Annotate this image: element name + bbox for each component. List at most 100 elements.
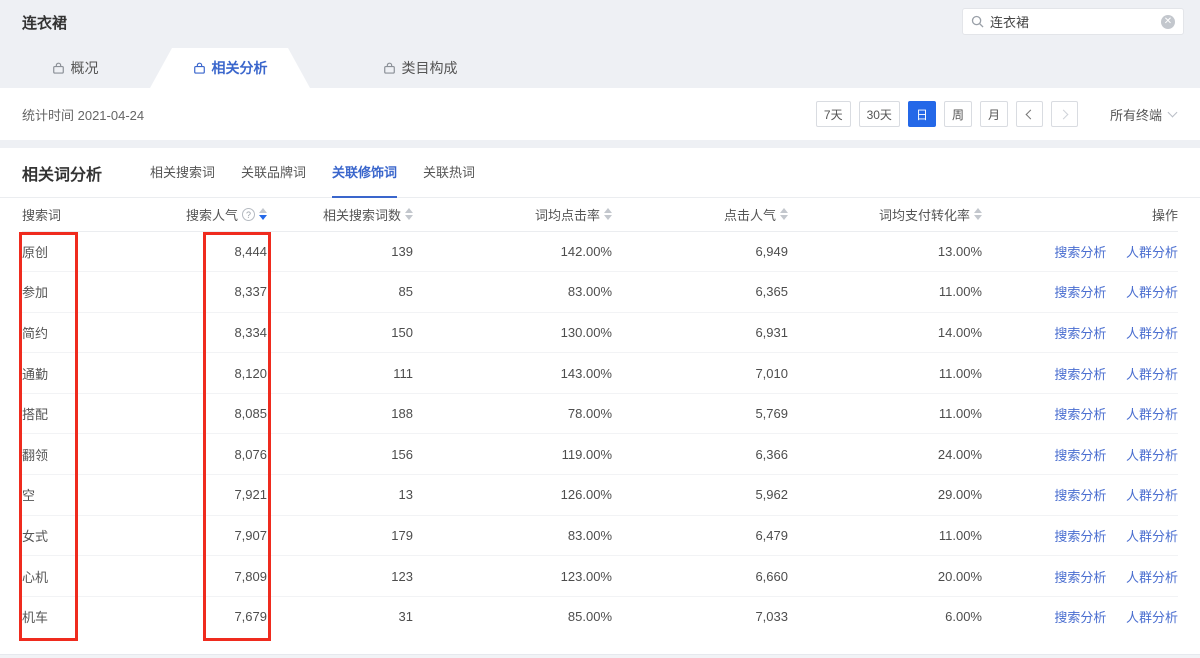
table-row: 心机 7,809 123 123.00% 6,660 20.00% 搜索分析 人… xyxy=(22,556,1178,597)
range-month-button[interactable]: 月 xyxy=(980,101,1008,127)
col-click-popularity[interactable]: 点击人气 xyxy=(612,198,788,231)
date-controls: 7天 30天 日 周 月 所有终端 xyxy=(816,101,1176,127)
content-card: 相关词分析 相关搜索词 关联品牌词 关联修饰词 关联热词 搜索词 xyxy=(0,148,1200,654)
crowd-analysis-link[interactable]: 人群分析 xyxy=(1126,407,1178,422)
search-popularity-cell: 7,907 xyxy=(162,515,267,556)
conversion-cell: 13.00% xyxy=(788,231,982,272)
chevron-left-icon xyxy=(1026,109,1036,119)
crowd-analysis-link[interactable]: 人群分析 xyxy=(1126,529,1178,544)
table-row: 原创 8,444 139 142.00% 6,949 13.00% 搜索分析 人… xyxy=(22,231,1178,272)
crowd-analysis-link[interactable]: 人群分析 xyxy=(1126,488,1178,503)
terminal-label: 所有终端 xyxy=(1110,105,1162,124)
stat-time-label: 统计时间 2021-04-24 xyxy=(22,105,144,124)
ctr-cell: 142.00% xyxy=(413,231,612,272)
search-analysis-link[interactable]: 搜索分析 xyxy=(1054,529,1106,544)
page: 连衣裙 连衣裙 ✕ 概况 相关分析 类目构成 统计时间 2021-04-24 7… xyxy=(0,0,1200,658)
ctr-cell: 83.00% xyxy=(413,515,612,556)
tab-related-analysis[interactable]: 相关分析 xyxy=(150,48,310,88)
conversion-cell: 14.00% xyxy=(788,312,982,353)
table-row: 翻领 8,076 156 119.00% 6,366 24.00% 搜索分析 人… xyxy=(22,434,1178,475)
actions-cell: 搜索分析 人群分析 xyxy=(982,596,1178,637)
actions-cell: 搜索分析 人群分析 xyxy=(982,272,1178,313)
click-popularity-cell: 6,479 xyxy=(612,515,788,556)
next-period-button[interactable] xyxy=(1051,101,1078,127)
search-word-cell: 搭配 xyxy=(22,393,162,434)
ctr-cell: 119.00% xyxy=(413,434,612,475)
section-header: 相关词分析 相关搜索词 关联品牌词 关联修饰词 关联热词 xyxy=(0,148,1200,198)
click-popularity-cell: 6,365 xyxy=(612,272,788,313)
search-popularity-cell: 8,085 xyxy=(162,393,267,434)
prev-period-button[interactable] xyxy=(1016,101,1043,127)
search-input[interactable]: 连衣裙 ✕ xyxy=(962,8,1184,35)
range-30d-button[interactable]: 30天 xyxy=(859,101,900,127)
related-count-cell: 13 xyxy=(267,475,413,516)
actions-cell: 搜索分析 人群分析 xyxy=(982,434,1178,475)
actions-cell: 搜索分析 人群分析 xyxy=(982,312,1178,353)
tab-category-composition[interactable]: 类目构成 xyxy=(330,48,510,88)
search-word-cell: 女式 xyxy=(22,515,162,556)
search-analysis-link[interactable]: 搜索分析 xyxy=(1054,245,1106,260)
click-popularity-cell: 5,962 xyxy=(612,475,788,516)
related-count-cell: 139 xyxy=(267,231,413,272)
crowd-analysis-link[interactable]: 人群分析 xyxy=(1126,367,1178,382)
tab-related-hot-words[interactable]: 关联热词 xyxy=(423,148,475,198)
crowd-analysis-link[interactable]: 人群分析 xyxy=(1126,448,1178,463)
search-popularity-cell: 8,334 xyxy=(162,312,267,353)
actions-cell: 搜索分析 人群分析 xyxy=(982,353,1178,394)
actions-cell: 搜索分析 人群分析 xyxy=(982,231,1178,272)
search-popularity-cell: 8,076 xyxy=(162,434,267,475)
search-word-cell: 翻领 xyxy=(22,434,162,475)
tab-overview[interactable]: 概况 xyxy=(0,48,150,88)
tab-label: 概况 xyxy=(71,58,99,78)
sort-icon[interactable] xyxy=(780,208,788,220)
bag-icon xyxy=(383,62,396,75)
range-week-button[interactable]: 周 xyxy=(944,101,972,127)
crowd-analysis-link[interactable]: 人群分析 xyxy=(1126,610,1178,625)
crowd-analysis-link[interactable]: 人群分析 xyxy=(1126,326,1178,341)
tab-label: 类目构成 xyxy=(402,58,458,78)
search-analysis-link[interactable]: 搜索分析 xyxy=(1054,570,1106,585)
search-analysis-link[interactable]: 搜索分析 xyxy=(1054,285,1106,300)
search-analysis-link[interactable]: 搜索分析 xyxy=(1054,326,1106,341)
related-count-cell: 156 xyxy=(267,434,413,475)
tab-related-brand-words[interactable]: 关联品牌词 xyxy=(241,148,306,198)
click-popularity-cell: 6,366 xyxy=(612,434,788,475)
crowd-analysis-link[interactable]: 人群分析 xyxy=(1126,570,1178,585)
actions-cell: 搜索分析 人群分析 xyxy=(982,393,1178,434)
conversion-cell: 20.00% xyxy=(788,556,982,597)
clear-search-icon[interactable]: ✕ xyxy=(1161,15,1175,29)
conversion-cell: 6.00% xyxy=(788,596,982,637)
crowd-analysis-link[interactable]: 人群分析 xyxy=(1126,245,1178,260)
crowd-analysis-link[interactable]: 人群分析 xyxy=(1126,285,1178,300)
top-tab-bar: 概况 相关分析 类目构成 xyxy=(0,48,510,88)
conversion-cell: 11.00% xyxy=(788,393,982,434)
range-7d-button[interactable]: 7天 xyxy=(816,101,851,127)
page-title: 连衣裙 xyxy=(22,12,67,33)
ctr-cell: 78.00% xyxy=(413,393,612,434)
search-word-cell: 机车 xyxy=(22,596,162,637)
sort-icon-popularity[interactable] xyxy=(259,208,267,220)
col-related-count[interactable]: 相关搜索词数 xyxy=(267,198,413,231)
tab-related-search-words[interactable]: 相关搜索词 xyxy=(150,148,215,198)
search-word-cell: 通勤 xyxy=(22,353,162,394)
click-popularity-cell: 5,769 xyxy=(612,393,788,434)
help-icon[interactable]: ? xyxy=(242,208,255,221)
search-analysis-link[interactable]: 搜索分析 xyxy=(1054,407,1106,422)
sort-icon[interactable] xyxy=(405,208,413,220)
search-analysis-link[interactable]: 搜索分析 xyxy=(1054,367,1106,382)
search-analysis-link[interactable]: 搜索分析 xyxy=(1054,610,1106,625)
tab-related-modifier-words[interactable]: 关联修饰词 xyxy=(332,148,397,198)
search-analysis-link[interactable]: 搜索分析 xyxy=(1054,488,1106,503)
range-day-button[interactable]: 日 xyxy=(908,101,936,127)
col-ctr[interactable]: 词均点击率 xyxy=(413,198,612,231)
sort-icon[interactable] xyxy=(604,208,612,220)
col-search-popularity[interactable]: 搜索人气 ? xyxy=(162,198,267,231)
actions-cell: 搜索分析 人群分析 xyxy=(982,475,1178,516)
table-header-row: 搜索词 搜索人气 ? 相关搜索词数 xyxy=(22,198,1178,231)
related-count-cell: 31 xyxy=(267,596,413,637)
sort-icon[interactable] xyxy=(974,208,982,220)
col-conversion[interactable]: 词均支付转化率 xyxy=(788,198,982,231)
search-analysis-link[interactable]: 搜索分析 xyxy=(1054,448,1106,463)
search-popularity-cell: 8,337 xyxy=(162,272,267,313)
terminal-select[interactable]: 所有终端 xyxy=(1110,105,1176,124)
